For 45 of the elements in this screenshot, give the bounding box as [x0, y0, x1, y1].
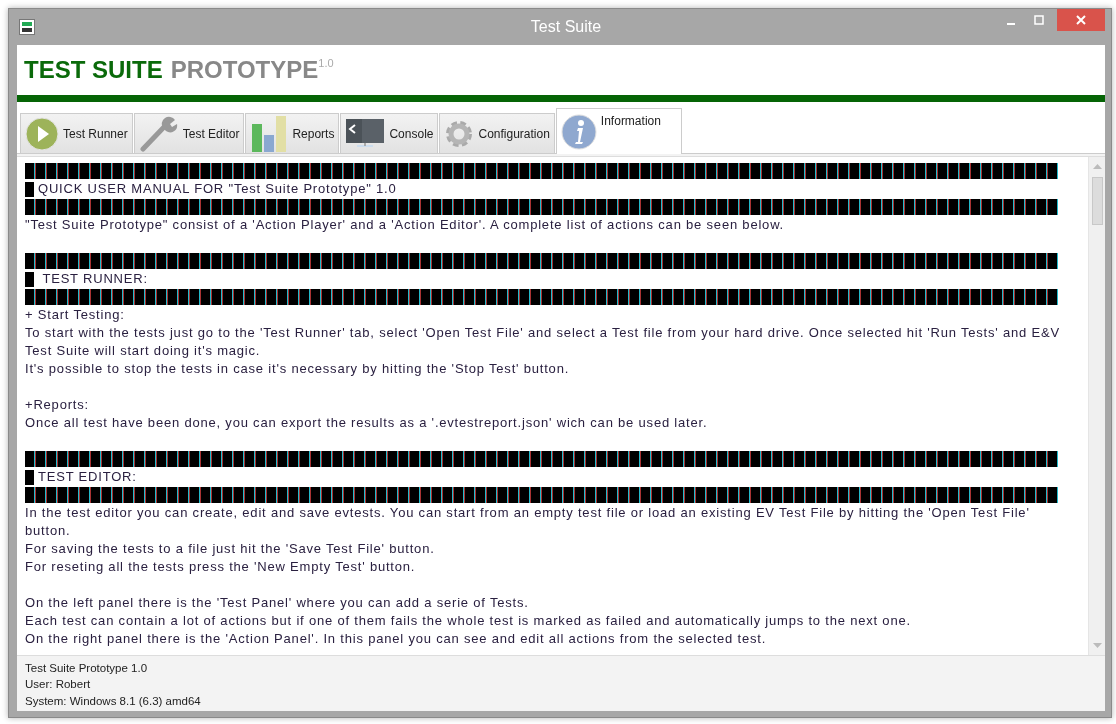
scroll-up-icon	[1092, 163, 1102, 169]
tab[interactable]: Test Editor	[133, 113, 245, 153]
block-marker	[25, 271, 34, 287]
close-icon	[1076, 15, 1086, 25]
manual-text: Once all test have been done, you can export the results as a '.evtestreport.json' wich can be used later.	[25, 414, 709, 432]
manual-text: On the left panel there is the 'Test Panel' where you can add a serie of Tests.	[25, 594, 530, 612]
manual-text: Each test can contain a lot of actions but if one of them fails the whole test is marked as failed and automatically jumps to the next one.	[25, 612, 912, 630]
tab[interactable]: Information	[555, 108, 682, 154]
scroll-down-icon	[1092, 642, 1102, 649]
play-icon	[25, 116, 59, 151]
wrench-icon	[138, 115, 179, 152]
scrollbar[interactable]	[1088, 157, 1105, 655]
manual-text: For reseting all the tests press the 'New Empty Test' button.	[25, 558, 417, 576]
gear-icon	[444, 118, 475, 149]
app-subtitle: PROTOTYPE	[170, 56, 319, 84]
block-marker	[25, 469, 34, 485]
scroll-thumb[interactable]	[1091, 177, 1103, 225]
tab[interactable]: Configuration	[439, 113, 555, 153]
manual-text: + Start Testing:	[25, 306, 126, 324]
tab[interactable]: Console	[340, 113, 439, 153]
section-heading: QUICK USER MANUAL FOR "Test Suite Prototype" 1.0	[38, 180, 397, 198]
bar-chart-icon	[250, 115, 289, 152]
tab[interactable]: Test Runner	[20, 113, 133, 153]
app-icon	[19, 19, 35, 35]
window-title: Test Suite	[529, 18, 602, 36]
manual-text: In the test editor you can create, edit and save evtests. You can start from an empty test file or load an existing EV Test File by hitting the 'Open Test File' button.	[25, 504, 1031, 540]
close-button[interactable]	[1057, 9, 1105, 31]
version-label: 1.0	[318, 57, 334, 69]
manual-text: To start with the tests just go to the 'Test Runner' tab, select 'Open Test File' and select a Test file from your hard drive. Once selected hit 'Run Tests' and E&V Test Suite will start doing it's magic.	[25, 324, 1061, 360]
status-text: Test Suite Prototype 1.0	[25, 660, 149, 676]
maximize-icon	[1034, 15, 1044, 25]
minimize-icon	[1007, 23, 1015, 25]
section-heading: TEST EDITOR:	[38, 468, 137, 486]
manual-text: "Test Suite Prototype" consist of a 'Action Player' and a 'Action Editor'. A complete list of actions can be seen below.	[25, 216, 786, 234]
manual-text: +Reports:	[25, 396, 90, 414]
app-title: TEST SUITE	[24, 56, 163, 84]
status-text: System: Windows 8.1 (6.3) amd64	[25, 693, 202, 709]
manual-text: On the right panel there is the 'Action Panel'. In this panel you can see and edit all actions from the selected test.	[25, 630, 768, 648]
tab[interactable]: Reports	[245, 113, 340, 153]
manual-text: For saving the tests to a file just hit the 'Save Test File' button.	[25, 540, 436, 558]
section-heading: TEST RUNNER:	[41, 270, 148, 288]
manual-text: It's possible to stop the tests in case it's necessary by hitting the 'Stop Test' button.	[25, 360, 571, 378]
status-text: User: Robert	[25, 677, 92, 692]
block-marker	[25, 181, 34, 197]
info-icon	[560, 114, 597, 150]
